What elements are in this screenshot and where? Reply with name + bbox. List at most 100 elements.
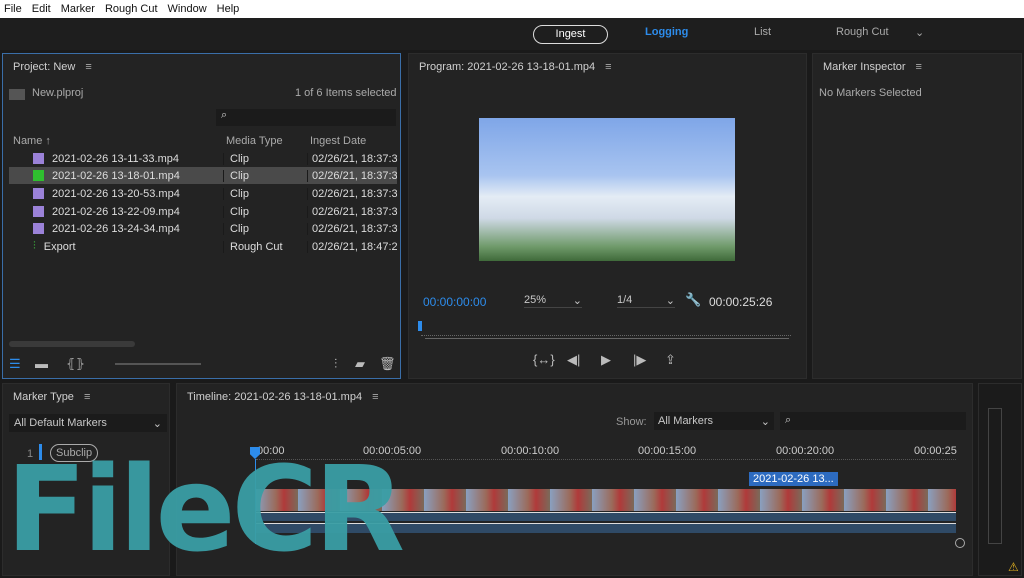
rough-cut-icon: ⫶ (33, 240, 36, 252)
row-date: 02/26/21, 18:37:3 (307, 222, 397, 235)
panel-menu-icon[interactable]: ≡ (916, 61, 922, 73)
workspace-rough-cut[interactable]: Rough Cut (836, 26, 889, 38)
trash-icon[interactable]: 🗑 (379, 356, 396, 372)
subclip-marker[interactable]: 2021-02-26 13... (749, 472, 838, 486)
workspace-more-chevron-icon[interactable]: ⌄ (915, 26, 924, 39)
menu-help[interactable]: Help (217, 3, 240, 15)
playhead[interactable] (418, 321, 422, 331)
selection-count: 1 of 6 Items selected (295, 87, 397, 99)
filecr-watermark-logo: FileCR (6, 440, 405, 578)
table-row-selected[interactable]: 2021-02-26 13-18-01.mp4 Clip 02/26/21, 18:… (9, 167, 397, 184)
timeline-title: Timeline: 2021-02-26 13-18-01.mp4 ≡ (187, 391, 379, 403)
workspace-ingest[interactable]: Ingest (533, 25, 608, 44)
show-markers-dropdown[interactable]: All Markers ⌄ (654, 412, 774, 430)
program-title-text: Program: 2021-02-26 13-18-01.mp4 (419, 61, 596, 73)
new-rough-cut-icon[interactable]: ⫶ (334, 356, 337, 372)
wrench-icon[interactable]: 🔧 (685, 292, 701, 308)
tick-label: 00:00:20:00 (776, 445, 835, 457)
row-name: Export (43, 240, 76, 253)
table-row[interactable]: 2021-02-26 13-24-34.mp4 Clip 02/26/21, 18:… (9, 220, 397, 237)
table-row[interactable]: 2021-02-26 13-20-53.mp4 Clip 02/26/21, 18:… (9, 185, 397, 202)
new-bin-icon[interactable]: ▰ (355, 356, 365, 372)
menu-bar: File Edit Marker Rough Cut Window Help (0, 0, 1024, 18)
icon-view-icon[interactable]: ▬ (35, 356, 48, 371)
workspace-list[interactable]: List (754, 26, 771, 38)
chevron-down-icon: ⌄ (152, 418, 162, 430)
show-label: Show: (616, 416, 647, 428)
panel-menu-icon[interactable]: ≡ (372, 391, 378, 403)
table-row[interactable]: ⫶ Export Rough Cut 02/26/21, 18:47:2 (9, 238, 397, 255)
row-name: 2021-02-26 13-24-34.mp4 (52, 222, 180, 235)
project-title-text: Project: New (13, 61, 76, 73)
project-search-input[interactable]: ⌕ (216, 109, 396, 126)
menu-file[interactable]: File (4, 3, 22, 15)
clip-icon (33, 206, 44, 217)
program-title: Program: 2021-02-26 13-18-01.mp4 ≡ (419, 61, 612, 73)
clip-icon (33, 188, 44, 199)
panel-menu-icon[interactable]: ≡ (605, 61, 611, 73)
column-header-media-type[interactable]: Media Type (226, 135, 283, 147)
table-row[interactable]: 2021-02-26 13-22-09.mp4 Clip 02/26/21, 18:… (9, 203, 397, 220)
row-type: Clip (223, 187, 307, 200)
row-type: Clip (223, 152, 307, 165)
row-date: 02/26/21, 18:37:3 (307, 205, 397, 218)
zoom-handle[interactable] (955, 538, 965, 548)
marker-filter-value: All Default Markers (14, 417, 107, 429)
panel-menu-icon[interactable]: ≡ (84, 391, 90, 403)
list-view-icon[interactable]: ☰ (9, 356, 21, 372)
zoom-value: 25% (524, 294, 547, 306)
row-type: Rough Cut (223, 240, 307, 253)
menu-marker[interactable]: Marker (61, 3, 95, 15)
chevron-down-icon: ⌄ (572, 295, 582, 307)
search-icon: ⌕ (221, 109, 228, 121)
step-forward-icon[interactable]: |▶ (633, 352, 646, 368)
row-date: 02/26/21, 18:37:3 (307, 187, 397, 200)
project-file-name: New.plproj (32, 87, 84, 99)
marker-type-title-text: Marker Type (13, 391, 74, 403)
row-name: 2021-02-26 13-11-33.mp4 (52, 152, 179, 165)
chevron-down-icon: ⌄ (665, 295, 675, 307)
program-monitor: Program: 2021-02-26 13-18-01.mp4 ≡ 00:00:… (408, 53, 807, 379)
play-icon[interactable]: ▶ (601, 352, 611, 368)
mark-in-out-icon[interactable]: {↔} (533, 352, 555, 367)
marker-type-title: Marker Type ≡ (13, 391, 90, 403)
time-ruler[interactable] (421, 328, 791, 336)
marker-filter-dropdown[interactable]: All Default Markers ⌄ (9, 414, 167, 432)
timeline-search-input[interactable]: ⌕ (780, 412, 966, 430)
row-date: 02/26/21, 18:37:3 (307, 152, 397, 165)
clip-icon (33, 153, 44, 164)
marker-inspector-title: Marker Inspector ≡ (823, 61, 922, 73)
marker-inspector-panel: Marker Inspector ≡ No Markers Selected (812, 53, 1022, 379)
menu-window[interactable]: Window (168, 3, 207, 15)
clip-icon (33, 223, 44, 234)
folder-icon (9, 89, 25, 100)
zoom-slider[interactable] (115, 363, 201, 365)
tick-label: 00:00:25 (914, 445, 957, 457)
tick-label: 00:00:10:00 (501, 445, 560, 457)
chevron-down-icon: ⌄ (760, 416, 770, 428)
table-row[interactable]: 2021-02-26 13-11-33.mp4 Clip 02/26/21, 18:… (9, 150, 397, 167)
workspace-logging[interactable]: Logging (645, 26, 688, 38)
row-type: Clip (223, 205, 307, 218)
marker-inspector-title-text: Marker Inspector (823, 61, 906, 73)
audio-meter (988, 408, 1002, 544)
export-frame-icon[interactable]: ⇪ (665, 352, 676, 368)
step-back-icon[interactable]: ◀| (567, 352, 580, 368)
row-name: 2021-02-26 13-20-53.mp4 (52, 187, 180, 200)
current-timecode[interactable]: 00:00:00:00 (423, 295, 486, 309)
panel-menu-icon[interactable]: ≡ (85, 61, 91, 73)
column-header-name[interactable]: Name ↑ (13, 135, 51, 147)
column-header-ingest-date[interactable]: Ingest Date (310, 135, 366, 147)
freeform-view-icon[interactable]: ⦃⦄ (66, 356, 85, 372)
warning-icon[interactable]: ⚠ (1008, 560, 1019, 574)
horizontal-scrollbar[interactable] (9, 341, 135, 347)
audio-meter-panel (978, 383, 1022, 576)
zoom-scrollbar[interactable] (425, 338, 789, 339)
menu-rough-cut[interactable]: Rough Cut (105, 3, 158, 15)
row-type: Clip (223, 222, 307, 235)
resolution-dropdown[interactable]: 1/4 ⌄ (617, 294, 675, 308)
project-panel: Project: New ≡ New.plproj 1 of 6 Items se… (2, 53, 401, 379)
project-title: Project: New ≡ (13, 61, 92, 73)
zoom-dropdown[interactable]: 25% ⌄ (524, 294, 582, 308)
menu-edit[interactable]: Edit (32, 3, 51, 15)
